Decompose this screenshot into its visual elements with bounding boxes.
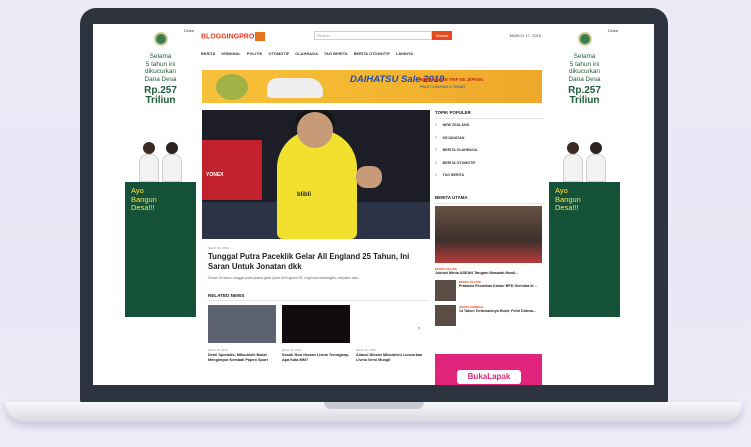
related-date: March 16, 2019	[208, 348, 228, 352]
banner-sub2: PAKET LIBURAN 4 ORANG	[420, 85, 466, 89]
berita-utama-list: BERITA POLITIK Jokowi Minta ASEAN Tangan…	[435, 267, 545, 330]
logo-mark-icon	[255, 32, 266, 41]
ad-close-button[interactable]: Close	[608, 28, 618, 33]
list-item[interactable]: BERITA POLITIK Prabowo Resmikan Kantor B…	[435, 279, 545, 301]
article-date: March 16, 2019	[208, 246, 229, 250]
related-news-heading: RELATED NEWS	[208, 293, 245, 298]
nav-item-olahraga[interactable]: OLAHRAGA	[295, 52, 318, 60]
hero-image[interactable]: YONEX blibli	[202, 110, 430, 239]
item-title[interactable]: Jokowi Minta ASEAN Tangani Masalah Musli…	[435, 271, 518, 276]
item-title[interactable]: 14 Tahun Terbenamnya Munir, Fohri Didesa…	[459, 309, 536, 314]
browser-screen: Close Selama 5 tahun ini dikucurkan Dana…	[93, 24, 654, 385]
yonex-text: YONEX	[206, 172, 224, 178]
nav-item-tag-berita[interactable]: TAG BERITA	[324, 52, 348, 60]
search-button[interactable]: Search	[432, 31, 452, 40]
related-date: March 16, 2019	[282, 348, 302, 352]
chevron-right-icon[interactable]: ›	[418, 326, 420, 332]
current-date: MARCH 17, 2019	[509, 33, 541, 38]
item-thumbnail	[435, 304, 456, 326]
nav-item-kriminal[interactable]: KRIMINAL	[221, 52, 240, 60]
bukalapak-ad[interactable]: BukaLapak	[435, 354, 542, 385]
related-date: March 16, 2019	[356, 348, 376, 352]
nav-item-berita[interactable]: BERITA	[201, 52, 215, 60]
nav-item-politik[interactable]: POLITIK	[247, 52, 263, 60]
article-title[interactable]: Tunggal Putra Paceklik Gelar All England…	[208, 252, 428, 272]
topik-item[interactable]: BERITA OTOMOTIF	[435, 157, 545, 170]
topik-item[interactable]: NEW ZEALAND	[435, 119, 545, 132]
related-item[interactable]: March 16, 2019 Demi Sporadis, Mitsubishi…	[208, 305, 276, 363]
ministry-logo-icon	[577, 32, 592, 46]
player-fist	[356, 166, 382, 188]
side-ad-green: Ayo Bangun Desa!!!	[125, 182, 196, 317]
banner-sub: MENANGKAN TRIP KE JEPANG	[420, 77, 484, 82]
ad-text-1: Selama 5 tahun ini dikucurkan Dana Desa	[568, 53, 601, 83]
side-ad-top: Close Selama 5 tahun ini dikucurkan Dana…	[125, 28, 196, 182]
right-sidebar: TOPIK POPULER NEW ZEALAND KEJAHATAN BERI…	[435, 110, 545, 204]
ministry-logo-icon	[153, 32, 168, 46]
palm-illustration	[216, 74, 248, 100]
sponsor-text: blibli	[297, 192, 311, 198]
item-title[interactable]: Prabowo Resmikan Kantor BPD Gerindra di …	[459, 284, 537, 289]
nav-item-berita-otomotif[interactable]: BERITA OTOMOTIF	[354, 52, 390, 60]
laptop-notch	[324, 402, 424, 409]
topik-populer-heading: TOPIK POPULER	[435, 110, 545, 119]
site-logo[interactable]: BLOGGINGPRO	[201, 32, 266, 41]
bukalapak-logo: BukaLapak	[457, 370, 521, 384]
main-nav: BERITA KRIMINAL POLITIK OTOMOTIF OLAHRAG…	[201, 52, 541, 60]
related-title[interactable]: Sosok New Nissan Livina Terungkap, Apa K…	[282, 353, 350, 363]
search-input[interactable]: Search	[314, 31, 432, 40]
topik-list: NEW ZEALAND KEJAHATAN BERITA OLAHRAGA BE…	[435, 119, 545, 182]
right-side-ad[interactable]: Close Selama 5 tahun ini dikucurkan Dana…	[549, 28, 620, 317]
topik-item[interactable]: TAG BERITA	[435, 169, 545, 182]
ad-amount: Rp.257 Triliun	[568, 85, 601, 106]
related-thumbnail	[208, 305, 276, 343]
item-thumbnail	[435, 279, 456, 301]
ad-people-image	[137, 138, 184, 182]
article-excerpt: Sudah 25 tahun tunggal putra puasa gelar…	[208, 276, 361, 280]
related-item[interactable]: March 16, 2019 Aliansi Nissan Mitsubishi…	[356, 305, 424, 363]
topik-item[interactable]: KEJAHATAN	[435, 132, 545, 145]
left-side-ad[interactable]: Close Selama 5 tahun ini dikucurkan Dana…	[125, 28, 196, 317]
yonex-board	[202, 140, 262, 200]
related-title[interactable]: Aliansi Nissan Mitsubishi Luncurkan Livi…	[356, 353, 424, 363]
ad-amount: Rp.257 Triliun	[144, 85, 177, 106]
side-ad-top: Close Selama 5 tahun ini dikucurkan Dana…	[549, 28, 620, 182]
daihatsu-banner-ad[interactable]: DAIHATSU Sale 2019 MENANGKAN TRIP KE JEP…	[202, 70, 542, 103]
ad-people-image	[561, 138, 608, 182]
related-item[interactable]: March 16, 2019 Sosok New Nissan Livina T…	[282, 305, 350, 363]
list-item[interactable]: BERITA POLITIK Jokowi Minta ASEAN Tangan…	[435, 267, 545, 276]
crowd-photo	[435, 206, 542, 263]
related-thumbnail	[282, 305, 350, 343]
nav-item-otomotif[interactable]: OTOMOTIF	[269, 52, 290, 60]
site-header: BLOGGINGPRO Search Search MARCH 17, 2019	[201, 30, 541, 42]
berita-utama-heading: BERITA UTAMA	[435, 195, 545, 204]
related-title[interactable]: Demi Sporadis, Mitsubishi Bakal Mengimpo…	[208, 353, 276, 363]
ad-close-button[interactable]: Close	[184, 28, 194, 33]
side-ad-green: Ayo Bangun Desa!!!	[549, 182, 620, 317]
berita-utama-image[interactable]	[435, 206, 542, 263]
list-item[interactable]: BERITA KRIMINAL 14 Tahun Terbenamnya Mun…	[435, 304, 545, 326]
car-image	[267, 78, 323, 98]
topik-item[interactable]: BERITA OLAHRAGA	[435, 144, 545, 157]
player-head	[297, 112, 333, 148]
related-thumbnail	[356, 305, 424, 343]
divider	[208, 300, 428, 301]
nav-item-lainnya[interactable]: LAINNYA	[396, 52, 413, 60]
ad-text-1: Selama 5 tahun ini dikucurkan Dana Desa	[144, 53, 177, 83]
